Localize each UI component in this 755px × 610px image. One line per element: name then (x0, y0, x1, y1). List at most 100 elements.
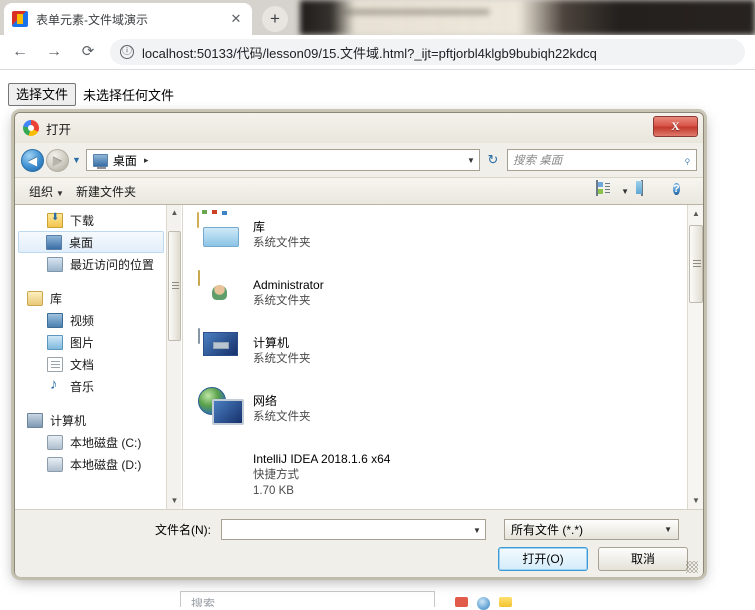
choose-file-button[interactable]: 选择文件 (8, 83, 76, 106)
browser-toolbar: ← → ⟳ ⓘ localhost:50133/代码/lesson09/15.文… (0, 35, 755, 70)
tab-close-icon[interactable]: ✕ (228, 11, 244, 27)
open-file-dialog: 打开 X ◀ ▶ ▼ 桌面 ▸ ▼ ↻ 搜索 桌面 ⌕ 组织▼ 新建文件夹 ▼ … (14, 112, 704, 577)
disk-icon (47, 435, 63, 450)
dialog-body: 下载 桌面 最近访问的位置 库 视频 (15, 205, 703, 510)
address-bar[interactable]: ⓘ localhost:50133/代码/lesson09/15.文件域.htm… (110, 39, 745, 65)
filetype-value: 所有文件 (*.*) (511, 521, 583, 538)
file-name: 计算机 (253, 336, 289, 350)
preview-pane-button[interactable] (641, 181, 663, 201)
browser-tab[interactable]: 表单元素-文件域演示 ✕ (4, 3, 252, 35)
sidebar-label: 图片 (70, 334, 94, 351)
taskbar-browser-icon[interactable] (477, 597, 490, 610)
videos-icon (47, 313, 63, 328)
file-name: IntelliJ IDEA 2018.1.6 x64 (253, 452, 390, 466)
organize-button[interactable]: 组织▼ (23, 183, 70, 200)
history-dropdown-icon[interactable]: ▼ (72, 155, 81, 165)
file-meta: 系统文件夹 (253, 353, 311, 365)
file-item-text: Administrator 系统文件夹 (253, 271, 324, 309)
file-item-text: 网络 系统文件夹 (253, 387, 311, 425)
taskbar-search-box[interactable]: 搜索 (180, 591, 435, 607)
chevron-down-icon: ▼ (664, 525, 672, 534)
sidebar-item-local-disk-d[interactable]: 本地磁盘 (D:) (15, 453, 167, 475)
open-button[interactable]: 打开(O) (498, 547, 588, 571)
file-list-items: 库 系统文件夹 Administrator 系统文件夹 计算机 系统文件 (183, 205, 703, 503)
dialog-search-input[interactable]: 搜索 桌面 ⌕ (507, 149, 697, 171)
sidebar-item-libraries[interactable]: 库 (15, 287, 167, 309)
file-meta: 系统文件夹 (253, 295, 311, 307)
sidebar-item-documents[interactable]: 文档 (15, 353, 167, 375)
sidebar-item-videos[interactable]: 视频 (15, 309, 167, 331)
scroll-up-icon[interactable]: ▲ (688, 205, 703, 222)
scroll-down-icon[interactable]: ▼ (688, 492, 703, 509)
sidebar-item-local-disk-c[interactable]: 本地磁盘 (C:) (15, 431, 167, 453)
cancel-button[interactable]: 取消 (598, 547, 688, 571)
file-meta: 系统文件夹 (253, 411, 311, 423)
sidebar-item-downloads[interactable]: 下载 (15, 209, 167, 231)
view-mode-icon (596, 180, 598, 196)
close-icon[interactable]: X (653, 116, 698, 137)
file-meta: 快捷方式 (253, 469, 299, 481)
sidebar-item-music[interactable]: 音乐 (15, 375, 167, 397)
scrollbar-thumb[interactable] (689, 225, 703, 303)
new-tab-button[interactable]: + (262, 6, 288, 32)
sidebar-gap (15, 397, 167, 409)
filename-input[interactable] (221, 519, 469, 540)
forward-icon[interactable]: → (40, 38, 68, 66)
back-icon[interactable]: ← (6, 38, 34, 66)
scrollbar-thumb[interactable] (168, 231, 181, 341)
dialog-title-bar: 打开 X (15, 113, 703, 143)
taskbar-app-icon-1[interactable] (455, 597, 468, 607)
scroll-up-icon[interactable]: ▲ (167, 205, 182, 221)
file-meta: 系统文件夹 (253, 237, 311, 249)
obscured-tabstrip-region (300, 0, 755, 35)
filename-label: 文件名(N): (155, 521, 211, 538)
recent-places-icon (47, 257, 63, 272)
file-input-status: 未选择任何文件 (83, 85, 174, 104)
navigation-tree: 下载 桌面 最近访问的位置 库 视频 (15, 205, 167, 475)
sidebar-label: 文档 (70, 356, 94, 373)
preview-pane-icon (641, 180, 643, 196)
file-list-item[interactable]: IntelliJ IDEA 2018.1.6 x64 快捷方式 1.70 KB (195, 445, 703, 503)
dialog-navigation-bar: ◀ ▶ ▼ 桌面 ▸ ▼ ↻ 搜索 桌面 ⌕ (15, 143, 703, 177)
filetype-select[interactable]: 所有文件 (*.*) ▼ (504, 519, 679, 540)
sidebar-label: 库 (50, 290, 62, 307)
taskbar-search-placeholder: 搜索 (191, 595, 215, 607)
library-icon (27, 291, 43, 306)
navigation-scrollbar[interactable]: ▲ ▼ (166, 205, 181, 509)
refresh-icon[interactable]: ↻ (482, 149, 504, 171)
file-list-item[interactable]: 网络 系统文件夹 (195, 387, 703, 445)
help-button[interactable]: ? (673, 181, 695, 201)
downloads-icon (47, 213, 63, 228)
tab-strip: 表单元素-文件域演示 ✕ + (0, 0, 755, 35)
sidebar-item-pictures[interactable]: 图片 (15, 331, 167, 353)
dialog-back-icon[interactable]: ◀ (21, 149, 44, 172)
scroll-down-icon[interactable]: ▼ (167, 493, 182, 509)
library-folder-icon (195, 213, 243, 261)
sidebar-item-computer[interactable]: 计算机 (15, 409, 167, 431)
breadcrumb-separator-icon[interactable]: ▸ (144, 155, 149, 166)
site-info-icon[interactable]: ⓘ (120, 45, 134, 59)
resize-grip[interactable] (686, 561, 698, 573)
view-mode-button[interactable] (596, 181, 618, 201)
dialog-toolbar: 组织▼ 新建文件夹 ▼ ? (15, 177, 703, 205)
file-item-text: IntelliJ IDEA 2018.1.6 x64 快捷方式 1.70 KB (253, 445, 390, 499)
breadcrumb-dropdown-icon[interactable]: ▼ (463, 149, 480, 171)
breadcrumb[interactable]: 桌面 ▸ (86, 149, 463, 171)
dialog-forward-icon[interactable]: ▶ (46, 149, 69, 172)
file-list-scrollbar[interactable]: ▲ ▼ (687, 205, 703, 509)
sidebar-item-desktop[interactable]: 桌面 (18, 231, 164, 253)
view-mode-chevron-down-icon[interactable]: ▼ (621, 187, 629, 196)
tab-title: 表单元素-文件域演示 (36, 11, 228, 28)
network-icon (195, 387, 243, 435)
sidebar-item-recent-places[interactable]: 最近访问的位置 (15, 253, 167, 275)
file-list-item[interactable]: 计算机 系统文件夹 (195, 329, 703, 387)
file-size: 1.70 KB (253, 485, 294, 497)
reload-icon[interactable]: ⟳ (74, 38, 102, 66)
filename-dropdown-icon[interactable]: ▼ (469, 519, 486, 540)
new-folder-button[interactable]: 新建文件夹 (70, 183, 142, 200)
file-list-item[interactable]: 库 系统文件夹 (195, 213, 703, 271)
help-icon: ? (673, 183, 680, 195)
breadcrumb-location[interactable]: 桌面 (113, 152, 137, 169)
file-list-item[interactable]: Administrator 系统文件夹 (195, 271, 703, 329)
taskbar-folder-icon[interactable] (499, 597, 512, 607)
